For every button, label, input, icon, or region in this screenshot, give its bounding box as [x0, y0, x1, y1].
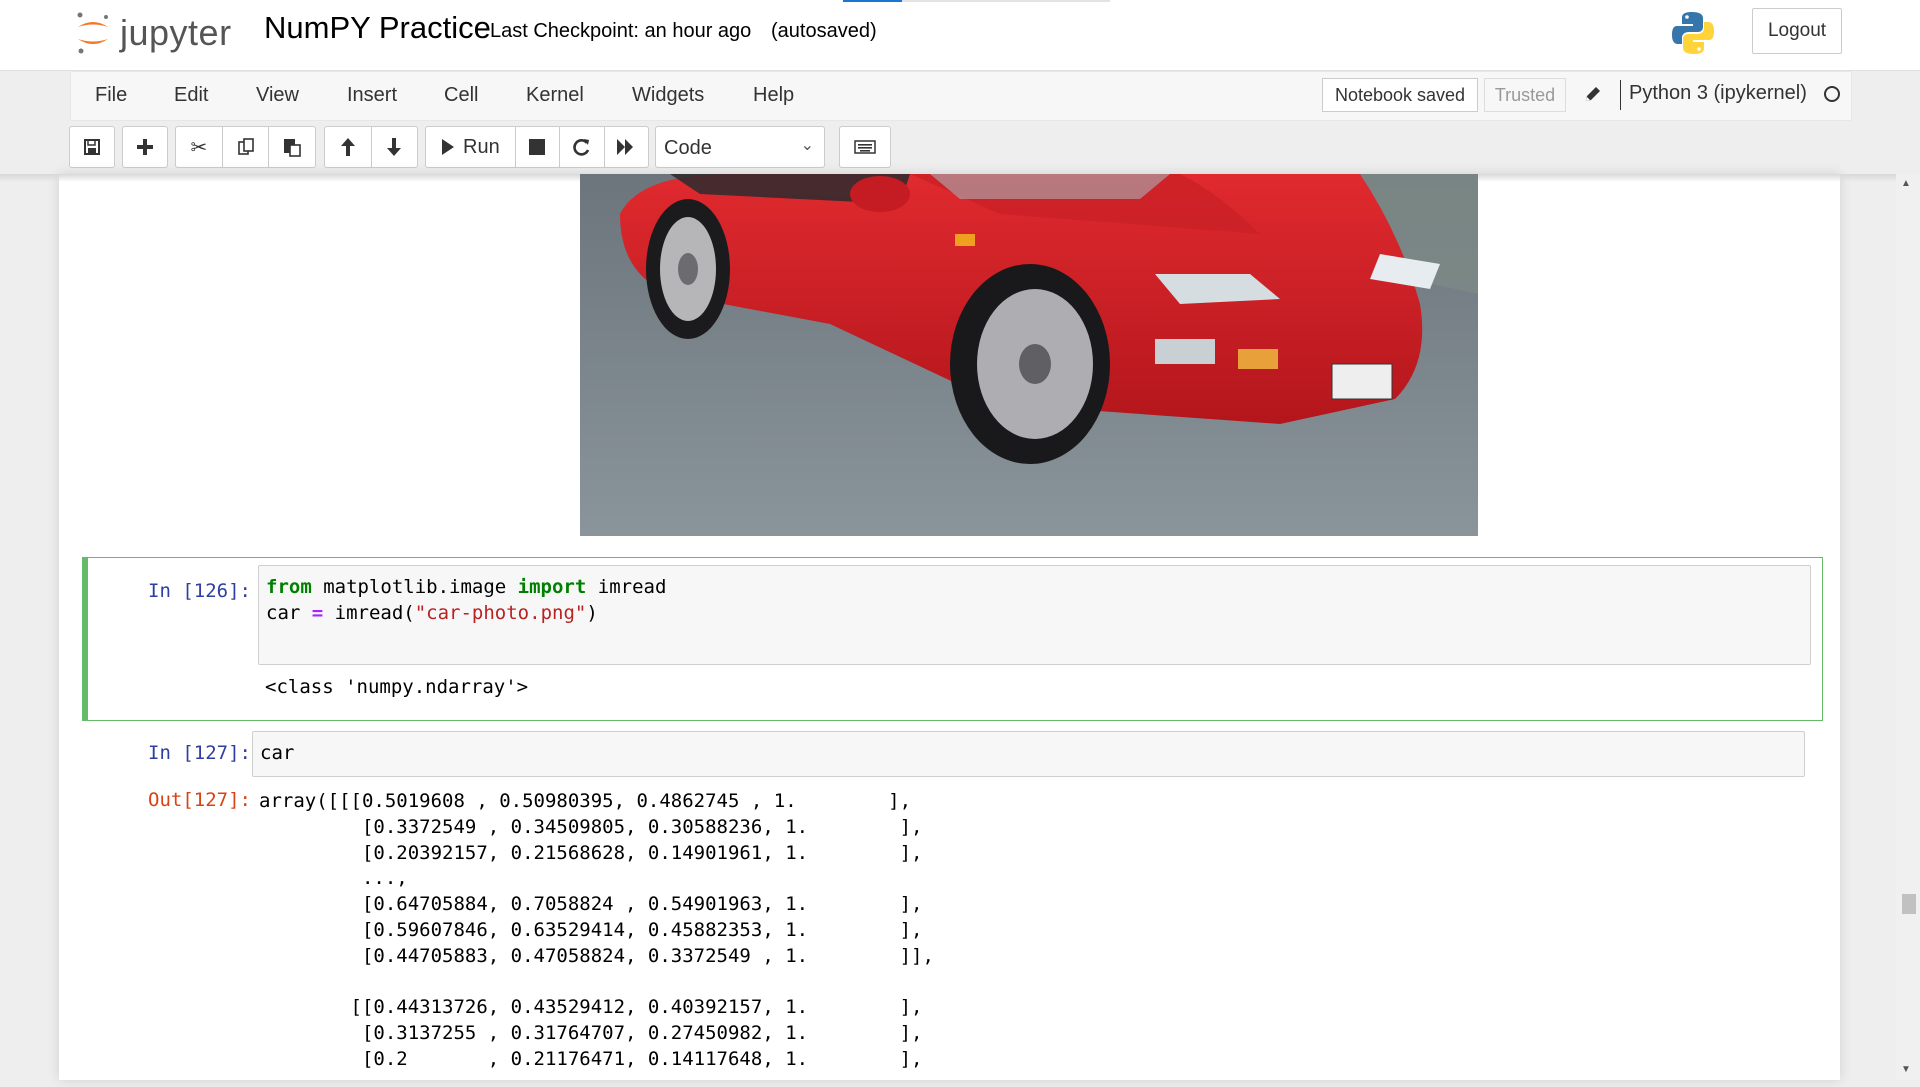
clipboard-group: ✂ — [175, 126, 316, 168]
input-prompt: In [127]: — [148, 742, 251, 764]
page-load-progress-fill — [843, 0, 902, 2]
code-editor[interactable]: car — [252, 731, 1805, 777]
code-token: imread( — [323, 602, 415, 624]
run-label: Run — [463, 135, 500, 158]
code-line: car = imread("car-photo.png") — [266, 600, 666, 626]
code-content: car — [260, 742, 295, 764]
menu-insert[interactable]: Insert — [347, 84, 397, 107]
array-output-line: [0.59607846, 0.63529414, 0.45882353, 1. … — [259, 918, 923, 941]
code-token: car — [266, 602, 312, 624]
code-token-str: "car-photo.png" — [414, 602, 587, 624]
restart-run-all-button[interactable] — [603, 127, 648, 167]
fast-forward-icon — [617, 139, 634, 155]
code-editor[interactable]: from matplotlib.image import imread car =… — [258, 565, 1811, 665]
menu-widgets[interactable]: Widgets — [632, 84, 704, 107]
plus-icon — [137, 139, 153, 155]
notebook-title[interactable]: NumPY Practice — [264, 10, 491, 46]
notebook-saved-indicator: Notebook saved — [1322, 78, 1478, 112]
array-output-line: [0.3137255 , 0.31764707, 0.27450982, 1. … — [259, 1022, 923, 1045]
paste-button[interactable] — [268, 127, 315, 167]
array-output-line: [0.20392157, 0.21568628, 0.14901961, 1. … — [259, 841, 923, 864]
code-token: matplotlib.image — [311, 576, 518, 598]
run-button[interactable]: Run — [426, 127, 515, 167]
command-palette-group — [839, 126, 891, 168]
restart-button[interactable] — [559, 127, 603, 167]
menu-file[interactable]: File — [95, 84, 127, 107]
scroll-up-arrow-icon[interactable]: ▲ — [1901, 178, 1911, 189]
output-prompt: Out[127]: — [148, 789, 251, 811]
code-token-op: = — [311, 602, 324, 624]
move-up-button[interactable] — [325, 127, 371, 167]
cell-type-select[interactable]: Code ⌄ — [655, 126, 825, 168]
copy-button[interactable] — [221, 127, 269, 167]
input-prompt: In [126]: — [148, 580, 251, 602]
jupyter-wordmark: jupyter — [120, 12, 232, 53]
kernel-name[interactable]: Python 3 (ipykernel) — [1629, 82, 1807, 105]
array-output-line — [259, 970, 934, 996]
array-output-line: [0.44705883, 0.47058824, 0.3372549 , 1. … — [259, 944, 934, 967]
autosave-status: (autosaved) — [771, 20, 877, 42]
kernel-idle-indicator-icon — [1824, 86, 1840, 102]
code-token: ) — [586, 602, 598, 624]
scrollbar-thumb[interactable] — [1902, 894, 1916, 914]
keyboard-icon — [854, 140, 876, 154]
menu-view[interactable]: View — [256, 84, 299, 107]
array-output-line: [0.3372549 , 0.34509805, 0.30588236, 1. … — [259, 815, 923, 838]
menu-cell[interactable]: Cell — [444, 84, 478, 107]
menu-kernel[interactable]: Kernel — [526, 84, 584, 107]
pencil-icon[interactable] — [1583, 84, 1603, 104]
array-output-line: ..., — [259, 867, 408, 890]
run-group: Run — [425, 126, 649, 168]
insert-group — [122, 126, 168, 168]
menu-help[interactable]: Help — [753, 84, 794, 107]
logout-button[interactable]: Logout — [1752, 8, 1842, 54]
cut-button[interactable]: ✂ — [176, 127, 222, 167]
save-button[interactable] — [70, 127, 114, 167]
scroll-down-arrow-icon[interactable]: ▼ — [1901, 1064, 1911, 1075]
move-group — [324, 126, 418, 168]
floppy-disk-icon — [84, 139, 100, 155]
code-cell-selected[interactable]: In [126]: from matplotlib.image import i… — [82, 557, 1823, 721]
python-logo-icon — [1672, 12, 1714, 54]
jupyter-logo[interactable]: jupyter — [74, 8, 232, 58]
interrupt-button[interactable] — [514, 127, 559, 167]
move-down-button[interactable] — [370, 127, 418, 167]
header: jupyter NumPY Practice Last Checkpoint: … — [0, 0, 1920, 71]
menu-edit[interactable]: Edit — [174, 84, 208, 107]
code-content: from matplotlib.image import imread car =… — [266, 574, 666, 626]
vertical-scrollbar[interactable] — [1896, 174, 1920, 1080]
trusted-button[interactable]: Trusted — [1484, 78, 1566, 112]
stop-icon — [529, 139, 546, 155]
array-output: array([[[0.5019608 , 0.50980395, 0.48627… — [259, 789, 934, 1073]
code-cell[interactable]: In [127]: car Out[127]: array([[[0.50196… — [82, 727, 1822, 1087]
insert-cell-button[interactable] — [123, 127, 167, 167]
array-output-line: [0.2 , 0.21176471, 0.14117648, 1. ], — [259, 1047, 923, 1070]
arrow-down-icon — [387, 138, 402, 156]
code-token-kw: import — [517, 576, 587, 598]
code-token: imread — [586, 576, 667, 598]
cell-output: <class 'numpy.ndarray'> — [265, 676, 529, 698]
last-checkpoint: Last Checkpoint: an hour ago — [490, 20, 752, 42]
play-icon — [442, 139, 455, 155]
save-group — [69, 126, 115, 168]
chevron-down-icon: ⌄ — [800, 137, 814, 154]
code-token-kw: from — [266, 576, 312, 598]
arrow-up-icon — [340, 138, 355, 156]
command-palette-button[interactable] — [840, 127, 890, 167]
cell-type-value: Code — [664, 137, 712, 159]
refresh-icon — [573, 139, 590, 156]
jupyter-logo-icon — [77, 12, 108, 54]
array-output-line: [[0.44313726, 0.43529412, 0.40392157, 1.… — [259, 996, 923, 1019]
array-output-line: [0.64705884, 0.7058824 , 0.54901963, 1. … — [259, 893, 923, 916]
kernel-separator — [1620, 80, 1621, 110]
code-line: from matplotlib.image import imread — [266, 574, 666, 600]
paste-icon — [284, 139, 301, 157]
scissors-icon: ✂ — [190, 136, 208, 159]
copy-icon — [237, 138, 254, 155]
car-image-output — [580, 174, 1478, 536]
array-output-line: array([[[0.5019608 , 0.50980395, 0.48627… — [259, 790, 912, 812]
page-load-progress — [843, 0, 1110, 2]
